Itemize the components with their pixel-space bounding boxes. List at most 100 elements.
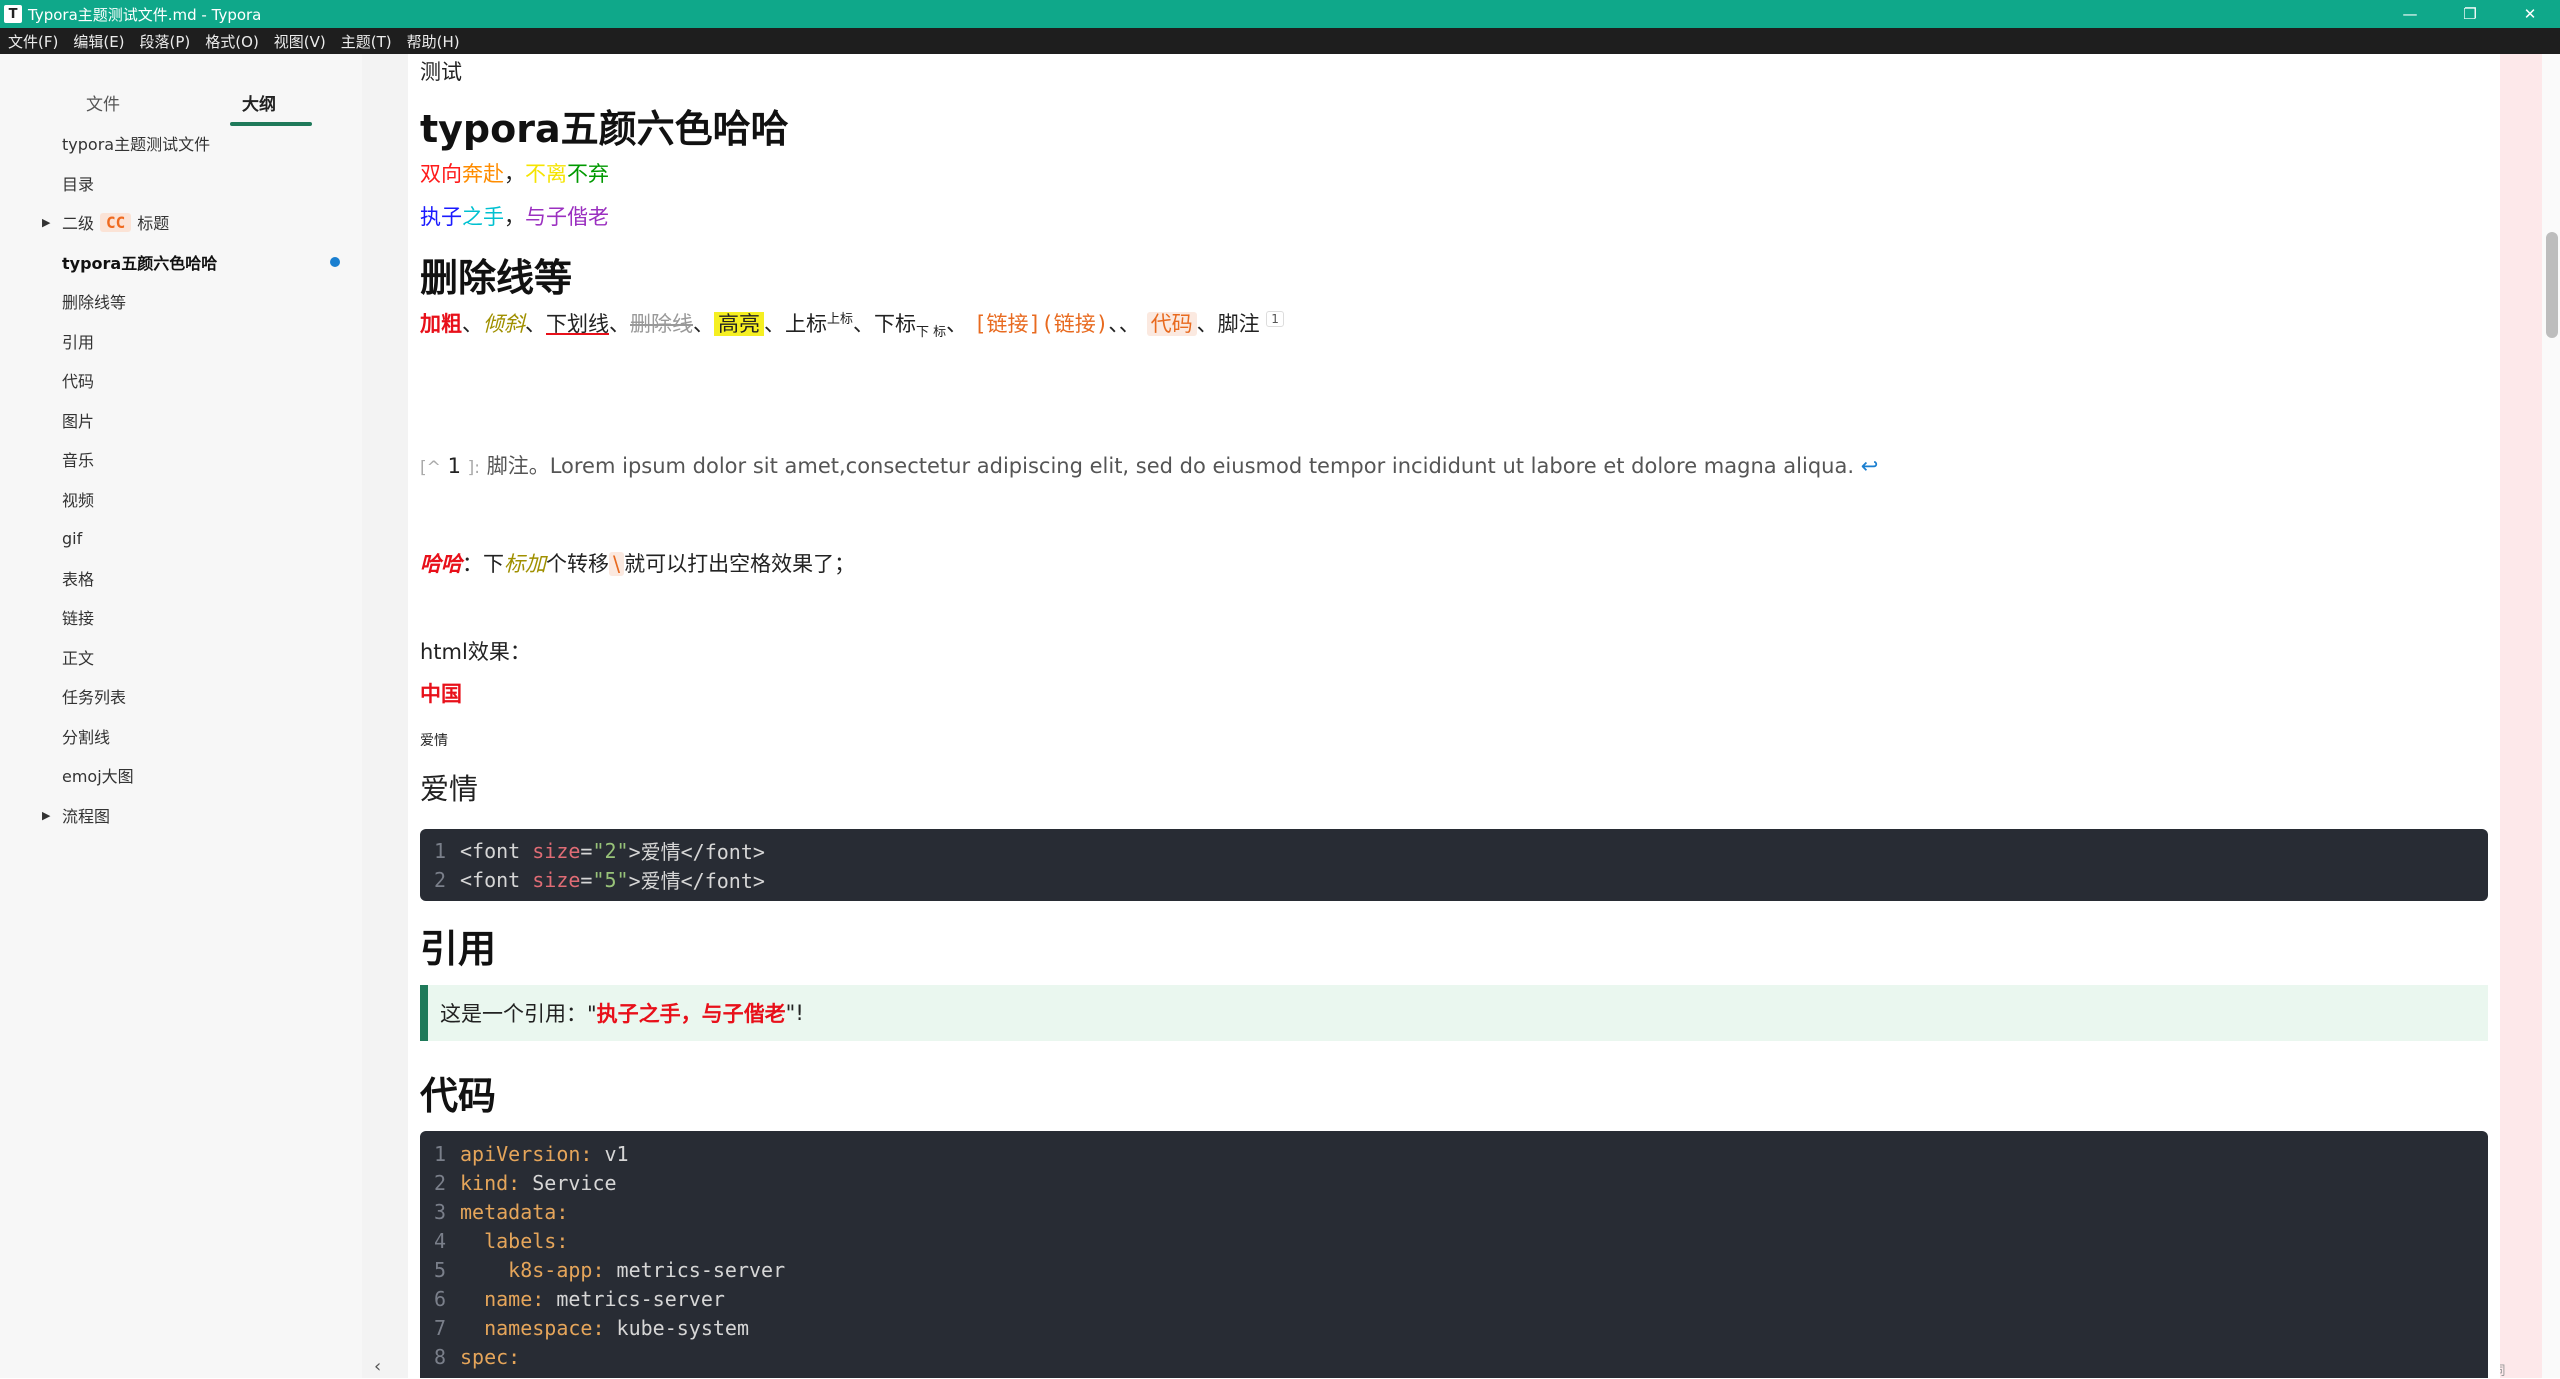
separator: 、 — [525, 312, 546, 336]
menu-paragraph[interactable]: 段落(P) — [140, 31, 191, 52]
separator: 、 — [1196, 312, 1218, 336]
line-number: 1 — [433, 838, 446, 863]
highlight-text: 高亮 — [714, 312, 764, 336]
heading-quote: 引用 — [420, 927, 497, 971]
line-number: 6 — [433, 1286, 446, 1311]
editor-content[interactable]: 测试 typora五颜六色哈哈 双向奔赴，不离不弃 执子之手，与子偕老 删除线等… — [408, 54, 2500, 1378]
line-number: 4 — [433, 1228, 446, 1253]
plain-text: 个转移 — [546, 552, 609, 576]
menu-view[interactable]: 视图(V) — [274, 31, 326, 52]
yaml-key: kind: — [460, 1170, 521, 1195]
code-tag: >爱情</font> — [628, 869, 765, 893]
quote-text: "! — [785, 1001, 804, 1025]
menu-format[interactable]: 格式(O) — [205, 31, 259, 52]
paragraph-love-big: 爱情 — [420, 772, 479, 806]
close-button[interactable]: ✕ — [2500, 0, 2560, 28]
yaml-value: metrics-server — [544, 1286, 725, 1311]
outline-item-tasklist[interactable]: 任务列表 — [62, 681, 126, 711]
outline-item-body[interactable]: 正文 — [62, 642, 94, 672]
blue-text: 执子 — [420, 205, 462, 229]
scrollbar-thumb[interactable] — [2546, 232, 2558, 338]
outline-item-label: typora主题测试文件 — [62, 135, 211, 154]
outline-item-label: 二级 — [62, 214, 95, 233]
outline-item-code[interactable]: 代码 — [62, 365, 94, 395]
tab-outline[interactable]: 大纲 — [242, 90, 276, 115]
quote-text: 这是一个引用：" — [440, 1002, 597, 1026]
outline-item-image[interactable]: 图片 — [62, 405, 94, 435]
underline-text: 下划线 — [546, 312, 609, 336]
outline-item-label: 视频 — [62, 491, 95, 510]
outline-item-label: 分割线 — [62, 728, 111, 747]
menu-theme[interactable]: 主题(T) — [341, 31, 392, 52]
italic-text: 倾斜 — [483, 312, 525, 336]
outline-item-label: 引用 — [62, 333, 95, 352]
yellow-text: 不离 — [525, 162, 567, 186]
outline-item-strike[interactable]: 删除线等 — [62, 286, 126, 316]
code-string: "2" — [592, 838, 629, 863]
yaml-value: metrics-server — [604, 1257, 786, 1282]
code-line: 7 namespace: kube-system — [420, 1313, 749, 1342]
tab-files[interactable]: 文件 — [86, 90, 120, 115]
paragraph-colored-1: 双向奔赴，不离不弃 — [420, 158, 609, 188]
comma-text: ， — [504, 205, 525, 229]
outline-item-label: 链接 — [62, 609, 95, 628]
outline-item-emoji[interactable]: emoj大图 — [62, 760, 134, 790]
green-text: 不弃 — [567, 162, 609, 186]
menu-help[interactable]: 帮助(H) — [407, 31, 460, 52]
footnote-number: 1 — [447, 454, 461, 478]
subscript-base: 下标 — [874, 312, 917, 336]
restore-button[interactable]: ❐ — [2440, 0, 2500, 28]
line-number: 2 — [433, 867, 446, 892]
editor-gutter — [362, 54, 408, 1378]
code-block-yaml[interactable]: 1 apiVersion: v1 2 kind: Service 3 metadata… — [420, 1131, 2488, 1378]
code-block-html[interactable]: 1 <font size = "2" >爱情</font> 2 <font size = "5… — [420, 829, 2488, 901]
inline-code-backslash: \ — [609, 552, 625, 576]
outline-item-label: 表格 — [62, 570, 95, 589]
expand-triangle-icon[interactable]: ▶ — [42, 216, 50, 229]
menu-bar: 文件(F) 编辑(E) 段落(P) 格式(O) 视图(V) 主题(T) 帮助(H… — [0, 28, 2560, 54]
outline-item-music[interactable]: 音乐 — [62, 444, 94, 474]
current-position-dot-icon — [330, 257, 340, 267]
code-attr: size — [532, 838, 581, 863]
outline-item-colors[interactable]: typora五颜六色哈哈 — [62, 247, 217, 277]
editor-right-margin — [2500, 54, 2542, 1378]
outline-item-title[interactable]: typora主题测试文件 — [62, 128, 210, 158]
code-tag: <font — [460, 867, 533, 892]
paragraph-china: 中国 — [420, 682, 462, 706]
yaml-value: v1 — [592, 1141, 629, 1166]
outline-item-quote[interactable]: 引用 — [62, 326, 94, 356]
collapse-sidebar-arrow-icon[interactable]: ‹ — [374, 1356, 381, 1377]
menu-file[interactable]: 文件(F) — [8, 31, 58, 52]
expand-triangle-icon[interactable]: ▶ — [42, 809, 50, 822]
footnote-label: 脚注 — [1217, 312, 1260, 336]
outline-item-link[interactable]: 链接 — [62, 602, 94, 632]
outline-item-label: 标题 — [137, 214, 170, 233]
heading-colors: typora五颜六色哈哈 — [420, 107, 789, 151]
menu-edit[interactable]: 编辑(E) — [73, 31, 124, 52]
code-line: 2 <font size = "5" >爱情</font> — [420, 865, 765, 894]
link-markup[interactable]: [链接](链接) — [974, 312, 1109, 336]
outline-item-toc[interactable]: 目录 — [62, 168, 94, 198]
outline-item-video[interactable]: 视频 — [62, 484, 94, 514]
line-number: 5 — [433, 1257, 446, 1282]
bold-italic-text: 哈哈 — [420, 552, 462, 576]
outline-item-h2-cc[interactable]: ▶ 二级 CC 标题 — [42, 207, 170, 237]
footnote-back-link-icon[interactable]: ↩ — [1861, 454, 1879, 478]
outline-item-label: 代码 — [62, 372, 95, 391]
outline-item-flowchart[interactable]: ▶ 流程图 — [42, 800, 110, 830]
outline-item-table[interactable]: 表格 — [62, 563, 94, 593]
separator: 、、 — [1108, 312, 1140, 336]
minimize-button[interactable]: — — [2380, 0, 2440, 28]
heading-code: 代码 — [420, 1074, 497, 1118]
outline-item-divider[interactable]: 分割线 — [62, 721, 110, 751]
outline-item-gif[interactable]: gif — [62, 523, 82, 553]
title-bar: T Typora主题测试文件.md - Typora — ❐ ✕ — [0, 0, 2560, 28]
footnote-reference[interactable]: 1 — [1266, 311, 1284, 327]
yaml-key: namespace: — [484, 1315, 605, 1340]
yaml-value: kube-system — [604, 1315, 750, 1340]
paragraph-love-small: 爱情 — [420, 733, 448, 749]
footnote-close-bracket: ]: — [467, 458, 481, 478]
yaml-key: k8s-app: — [508, 1257, 605, 1282]
